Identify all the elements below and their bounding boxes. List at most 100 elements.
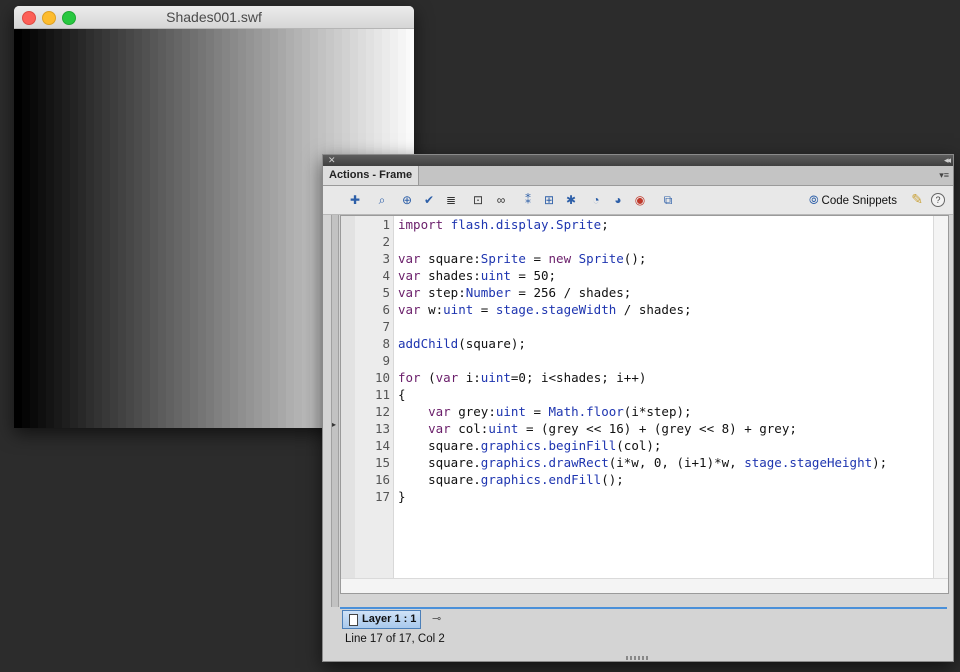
code-token: square. — [398, 438, 481, 453]
breakpoint-column[interactable] — [341, 216, 355, 593]
shade-strip — [206, 29, 214, 428]
insert-target-path-icon[interactable]: ⊕ — [399, 192, 415, 208]
code-snippets-icon: ⦾ — [808, 193, 819, 207]
shade-strip — [110, 29, 118, 428]
help-icon[interactable]: ? — [931, 193, 945, 207]
apply-line-comment-icon[interactable]: ◕ — [610, 192, 626, 208]
code-token: Math.floor — [548, 404, 624, 419]
code-token: var — [398, 268, 421, 283]
code-snippets-button[interactable]: ⦾ Code Snippets — [809, 193, 897, 208]
code-line[interactable]: for (var i:uint=0; i<shades; i++) — [398, 369, 932, 386]
code-line[interactable]: square.graphics.beginFill(col); — [398, 437, 932, 454]
code-token: =0; i<shades; i++) — [510, 370, 647, 385]
code-line[interactable]: var col:uint = (grey << 16) + (grey << 8… — [398, 420, 932, 437]
code-token: flash.display.Sprite — [450, 217, 602, 232]
panel-close-icon[interactable]: ✕ — [328, 155, 336, 166]
code-line[interactable]: import flash.display.Sprite; — [398, 216, 932, 233]
code-token: stage.stageWidth — [495, 302, 617, 317]
code-token: new — [548, 251, 572, 266]
shade-strip — [166, 29, 174, 428]
code-token: (col); — [616, 438, 662, 453]
shade-strip — [262, 29, 270, 428]
panel-menu-icon[interactable]: ▾≡ — [939, 170, 949, 181]
shade-strip — [254, 29, 262, 428]
expand-all-icon[interactable]: ✱ — [563, 192, 579, 208]
panel-topbar: ✕ ◂◂ — [323, 155, 953, 166]
code-line[interactable]: var grey:uint = Math.floor(i*step); — [398, 403, 932, 420]
code-line[interactable]: } — [398, 488, 932, 505]
line-number: 10 — [374, 370, 390, 385]
add-statement-icon[interactable]: ✚ — [347, 192, 363, 208]
code-line[interactable]: var w:uint = stage.stageWidth / shades; — [398, 301, 932, 318]
code-token: ); — [872, 455, 888, 470]
code-token: = — [525, 404, 549, 419]
code-line[interactable] — [398, 318, 932, 335]
actions-toolbar: ✚ ⌕ ⊕ ✔ ≣ ⊡ ∞ ⁑ ⊞ ✱ ◔ ◕ ◉ ⧉ ⦾ Code Snipp… — [323, 186, 953, 215]
code-token: (i*step); — [623, 404, 692, 419]
check-syntax-icon[interactable]: ✔ — [421, 192, 437, 208]
code-line[interactable] — [398, 233, 932, 250]
actions-panel: ✕ ◂◂ Actions - Frame ▾≡ ✚ ⌕ ⊕ ✔ ≣ ⊡ ∞ ⁑ … — [322, 154, 954, 662]
line-number: 3 — [382, 251, 390, 266]
shade-strip — [182, 29, 190, 428]
collapse-selection-icon[interactable]: ⊞ — [541, 192, 557, 208]
code-token: addChild — [398, 336, 459, 351]
shade-strip — [142, 29, 150, 428]
resize-grip[interactable] — [626, 656, 648, 660]
collapse-between-braces-icon[interactable]: ⁑ — [520, 192, 536, 208]
apply-block-comment-icon[interactable]: ◔ — [588, 192, 604, 208]
code-token: square. — [398, 455, 481, 470]
line-numbers: 1 2 3 4 5 6 7 8 9 10 11 12 13 14 15 16 17 — [355, 216, 390, 505]
shade-strip — [230, 29, 238, 428]
pin-script-icon[interactable]: ⊸ — [432, 612, 441, 625]
shade-strip — [102, 29, 110, 428]
code-token: } — [398, 489, 406, 504]
code-line[interactable]: square.graphics.drawRect(i*w, 0, (i+1)*w… — [398, 454, 932, 471]
shade-strip — [14, 29, 22, 428]
wand-icon[interactable]: ✎ — [911, 191, 923, 208]
shade-strip — [78, 29, 86, 428]
expand-arrow-icon[interactable]: ▸ — [332, 420, 336, 429]
code-line[interactable]: square.graphics.endFill(); — [398, 471, 932, 488]
code-line[interactable]: { — [398, 386, 932, 403]
layer-tab[interactable]: Layer 1 : 1 — [342, 610, 422, 629]
debug-options-icon[interactable]: ∞ — [493, 192, 509, 208]
code-token: (i*w, 0, (i+1)*w, — [608, 455, 745, 470]
script-editor[interactable]: 1 2 3 4 5 6 7 8 9 10 11 12 13 14 15 16 17 import flash.d… — [340, 215, 949, 594]
show-code-hint-icon[interactable]: ⊡ — [470, 192, 486, 208]
code-line[interactable]: var step:Number = 256 / shades; — [398, 284, 932, 301]
script-navigator-strip: Layer 1 : 1 ⊸ — [340, 607, 947, 631]
shade-strip — [22, 29, 30, 428]
show-hide-toolbox-icon[interactable]: ⧉ — [660, 192, 676, 208]
code-text[interactable]: import flash.display.Sprite; var square:S… — [398, 216, 932, 505]
auto-format-icon[interactable]: ≣ — [443, 192, 459, 208]
code-token: graphics.drawRect — [480, 455, 609, 470]
code-token: var — [398, 251, 421, 266]
code-line[interactable]: var shades:uint = 50; — [398, 267, 932, 284]
code-line[interactable]: addChild(square); — [398, 335, 932, 352]
code-line[interactable]: var square:Sprite = new Sprite(); — [398, 250, 932, 267]
code-token: square. — [398, 472, 481, 487]
panel-collapse-icon[interactable]: ◂◂ — [944, 155, 951, 166]
horizontal-scrollbar[interactable] — [341, 578, 948, 593]
remove-comment-icon[interactable]: ◉ — [632, 192, 648, 208]
line-number: 16 — [374, 472, 390, 487]
swf-titlebar[interactable]: Shades001.swf — [14, 6, 414, 29]
code-token: Number — [465, 285, 511, 300]
code-line[interactable] — [398, 352, 932, 369]
shade-strip — [198, 29, 206, 428]
line-number: 14 — [374, 438, 390, 453]
toolbox-toggle-handle[interactable]: ▸ — [331, 215, 339, 607]
code-snippets-label: Code Snippets — [821, 194, 897, 207]
code-token: graphics.beginFill — [480, 438, 617, 453]
shade-strip — [38, 29, 46, 428]
shade-strip — [46, 29, 54, 428]
code-token: import — [398, 217, 444, 232]
find-icon[interactable]: ⌕ — [374, 192, 390, 208]
vertical-scrollbar[interactable] — [933, 216, 948, 593]
code-token: col: — [450, 421, 489, 436]
line-number-gutter: 1 2 3 4 5 6 7 8 9 10 11 12 13 14 15 16 17 — [341, 216, 394, 593]
tab-actions-frame[interactable]: Actions - Frame — [323, 166, 420, 185]
